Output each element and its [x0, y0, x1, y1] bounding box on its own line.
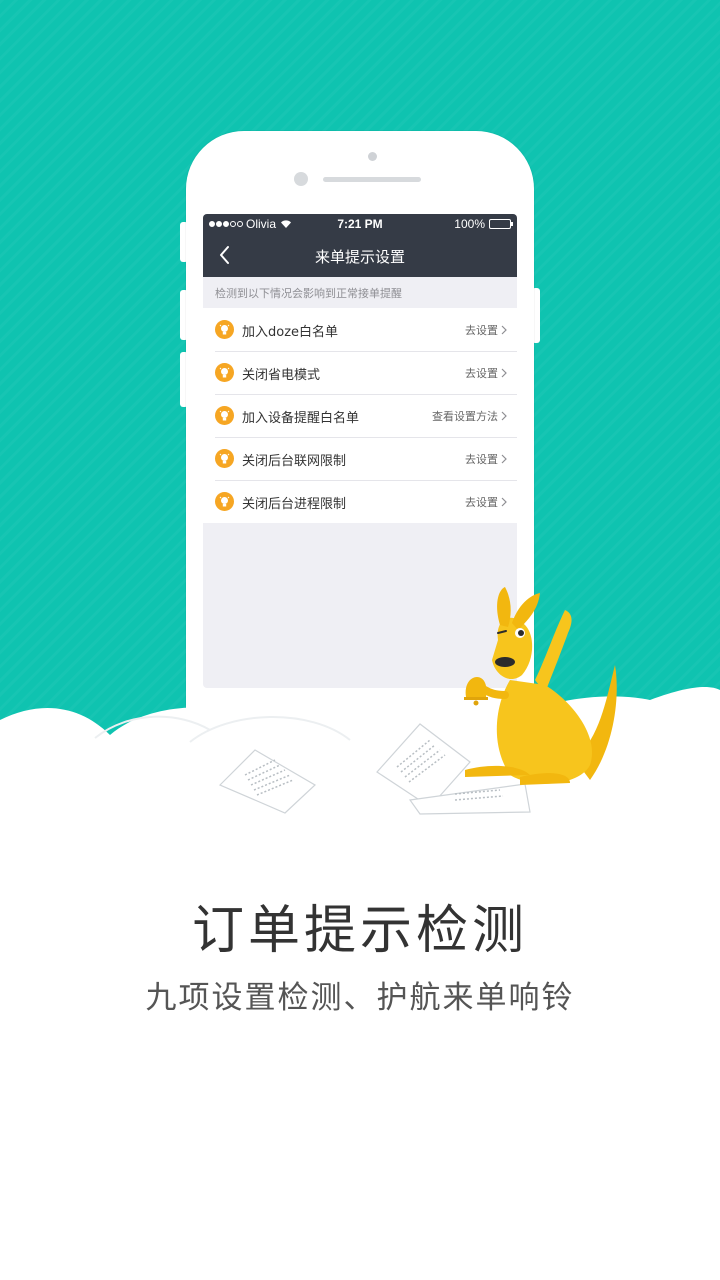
list-item-action-label: 去设置	[465, 367, 498, 380]
list-item[interactable]: 关闭省电模式 去设置	[203, 351, 517, 394]
list-item-action[interactable]: 查看设置方法	[432, 408, 507, 424]
list-item-action[interactable]: 去设置	[465, 322, 507, 338]
battery-percent: 100%	[454, 217, 485, 231]
list-item-action-label: 去设置	[465, 453, 498, 466]
list-item-action-label: 查看设置方法	[432, 410, 498, 423]
chevron-right-icon	[501, 325, 507, 335]
chevron-right-icon	[501, 497, 507, 507]
chevron-right-icon	[501, 411, 507, 421]
list-item-action[interactable]: 去设置	[465, 494, 507, 510]
list-item[interactable]: 加入doze白名单 去设置	[203, 308, 517, 351]
list-item-action-label: 去设置	[465, 324, 498, 337]
phone-camera	[368, 152, 377, 161]
bulb-icon	[215, 449, 234, 468]
bulb-icon	[215, 406, 234, 425]
page-title: 来单提示设置	[314, 248, 405, 266]
settings-list: 加入doze白名单 去设置 关闭省电模式 去设置 加入设备提醒白名单 查看设置方…	[203, 308, 517, 523]
bulb-icon	[215, 363, 234, 382]
status-right: 100%	[454, 217, 513, 231]
status-bar: Olivia 7:21 PM 100%	[203, 214, 517, 234]
paper-illustration	[218, 749, 316, 814]
list-item-label: 关闭后台进程限制	[242, 497, 347, 512]
list-item-action[interactable]: 去设置	[465, 365, 507, 381]
list-item-label: 关闭后台联网限制	[242, 454, 347, 469]
kangaroo-mascot	[464, 587, 617, 785]
section-header: 检测到以下情况会影响到正常接单提醒	[215, 287, 402, 300]
bell-icon	[464, 677, 488, 706]
list-item-label: 加入设备提醒白名单	[242, 411, 360, 426]
chevron-right-icon	[501, 454, 507, 464]
list-item[interactable]: 关闭后台联网限制 去设置	[203, 437, 517, 480]
chevron-right-icon	[501, 368, 507, 378]
battery-icon	[489, 219, 513, 229]
list-item-label: 加入doze白名单	[242, 325, 339, 340]
headline: 订单提示检测	[191, 901, 528, 961]
list-item[interactable]: 加入设备提醒白名单 查看设置方法	[203, 394, 517, 437]
nav-bar: 来单提示设置	[203, 234, 517, 277]
list-item[interactable]: 关闭后台进程限制 去设置	[203, 480, 517, 523]
subheadline: 九项设置检测、护航来单响铃	[145, 980, 575, 1016]
list-item-action[interactable]: 去设置	[465, 451, 507, 467]
phone-speaker	[323, 177, 421, 182]
list-item-label: 关闭省电模式	[242, 368, 321, 383]
bulb-icon	[215, 320, 234, 339]
bulb-icon	[215, 492, 234, 511]
phone-sensor	[294, 172, 308, 186]
list-item-action-label: 去设置	[465, 496, 498, 509]
